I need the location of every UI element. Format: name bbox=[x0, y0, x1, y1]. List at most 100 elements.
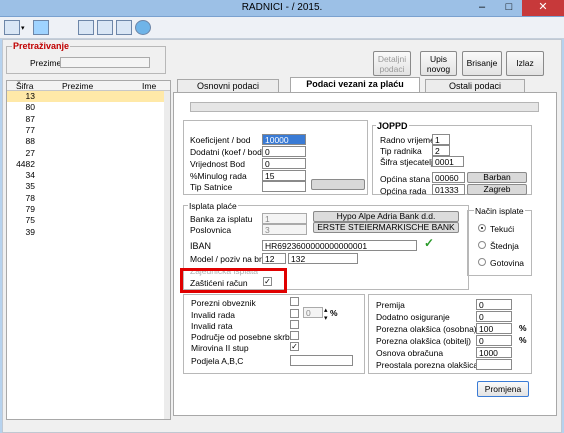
list-icon[interactable] bbox=[78, 20, 94, 35]
table-row[interactable]: 35 bbox=[7, 181, 170, 192]
preostala-field[interactable] bbox=[476, 359, 512, 370]
tip-satnice-field[interactable] bbox=[262, 181, 306, 192]
detaljni-podaci-button[interactable]: Detaljni podaci bbox=[373, 51, 411, 76]
row-sifra: 4482 bbox=[16, 158, 35, 169]
table-row[interactable]: 75 bbox=[7, 215, 170, 226]
image-icon[interactable] bbox=[33, 20, 49, 35]
copy-icon[interactable] bbox=[97, 20, 113, 35]
banka-name[interactable]: Hypo Alpe Adria Bank d.d. bbox=[313, 211, 459, 222]
radio-gotovina-label: Gotovina bbox=[490, 258, 525, 268]
izlaz-button[interactable]: Izlaz bbox=[506, 51, 544, 76]
opcina-stana-name[interactable]: Barban bbox=[467, 172, 527, 183]
table-row[interactable]: 88 bbox=[7, 136, 170, 147]
row-sifra: 87 bbox=[25, 113, 35, 124]
spin-icon[interactable]: ▴ ▾ bbox=[324, 306, 328, 322]
table-icon[interactable] bbox=[116, 20, 132, 35]
table-row[interactable]: 34 bbox=[7, 170, 170, 181]
olak-obit-pct: % bbox=[519, 335, 527, 345]
row-sifra: 75 bbox=[25, 215, 35, 226]
table-row[interactable]: 13 bbox=[7, 91, 170, 102]
vrijednost-label: Vrijednost Bod bbox=[190, 159, 245, 169]
opcina-stana-code[interactable]: 00060 bbox=[432, 172, 465, 183]
tip-satnice-lookup[interactable] bbox=[311, 179, 365, 190]
tab-osnovni-podaci[interactable]: Osnovni podaci bbox=[177, 79, 279, 93]
porezni-label: Porezni obveznik bbox=[191, 298, 256, 308]
isplata-legend: Isplata plaće bbox=[188, 201, 238, 211]
table-row[interactable]: 4482 bbox=[7, 159, 170, 170]
row-sifra: 39 bbox=[25, 226, 35, 237]
chevron-down-icon[interactable]: ▾ bbox=[21, 24, 25, 32]
model-label: Model / poziv na br. bbox=[190, 254, 264, 264]
highlight-box bbox=[180, 268, 287, 293]
banka-label: Banka za isplatu bbox=[190, 214, 253, 224]
radio-tekuci[interactable] bbox=[478, 224, 486, 232]
vrijednost-field[interactable]: 0 bbox=[262, 158, 306, 169]
upis-novog-button[interactable]: Upis novog bbox=[420, 51, 457, 76]
model-field[interactable]: 12 bbox=[262, 253, 286, 264]
banka-field[interactable]: 1 bbox=[262, 213, 307, 224]
radio-stednja-label: Štednja bbox=[490, 241, 519, 251]
radno-field[interactable]: 1 bbox=[432, 134, 450, 145]
table-row[interactable]: 87 bbox=[7, 114, 170, 125]
tip-radnika-field[interactable]: 2 bbox=[432, 145, 450, 156]
olak-osob-field[interactable]: 100 bbox=[476, 323, 512, 334]
poslovnica-label: Poslovnica bbox=[190, 225, 232, 235]
podrucje-checkbox[interactable] bbox=[290, 331, 299, 340]
opcina-rada-code[interactable]: 01333 bbox=[432, 184, 465, 195]
sifra-stjecatelja-field[interactable]: 0001 bbox=[432, 156, 464, 167]
radio-gotovina[interactable] bbox=[478, 258, 486, 266]
brisanje-button[interactable]: Brisanje bbox=[462, 51, 502, 76]
invalid-checkbox[interactable] bbox=[290, 309, 299, 318]
podjela-field[interactable] bbox=[290, 355, 353, 366]
col-ime[interactable]: Ime bbox=[142, 81, 156, 91]
search-input[interactable] bbox=[60, 57, 150, 68]
olak-obit-label: Porezna olakšica (obitelj) bbox=[376, 336, 471, 346]
koef-field[interactable]: 10000 bbox=[262, 134, 306, 145]
row-sifra: 78 bbox=[25, 192, 35, 203]
minulog-field[interactable]: 15 bbox=[262, 170, 306, 181]
row-sifra: 34 bbox=[25, 170, 35, 181]
olak-obit-field[interactable]: 0 bbox=[476, 335, 512, 346]
porezni-checkbox[interactable] bbox=[290, 297, 299, 306]
close-button[interactable]: ✕ bbox=[522, 0, 564, 16]
table-row[interactable]: 77 bbox=[7, 125, 170, 136]
row-sifra: 13 bbox=[25, 91, 35, 101]
maximize-button[interactable]: □ bbox=[496, 0, 522, 16]
globe-icon[interactable] bbox=[135, 20, 151, 35]
percent-label: % bbox=[330, 308, 338, 318]
poslovnica-field[interactable]: 3 bbox=[262, 224, 307, 235]
row-sifra: 88 bbox=[25, 136, 35, 147]
poslovnica-name[interactable]: ERSTE STEIERMARKISCHE BANK bbox=[313, 222, 459, 233]
table-row[interactable]: 27 bbox=[7, 148, 170, 159]
invalid-rata-checkbox[interactable] bbox=[290, 320, 299, 329]
mirovina-label: Mirovina II stup bbox=[191, 343, 249, 353]
table-row[interactable]: 79 bbox=[7, 204, 170, 215]
table-row[interactable]: 39 bbox=[7, 227, 170, 238]
tab-ostali-podaci[interactable]: Ostali podaci bbox=[425, 79, 525, 93]
mirovina-checkbox[interactable]: ✓ bbox=[290, 342, 299, 351]
promjena-button[interactable]: Promjena bbox=[477, 381, 529, 397]
tab-podaci-placa[interactable]: Podaci vezani za plaću bbox=[290, 77, 420, 93]
tip-radnika-label: Tip radnika bbox=[380, 146, 422, 156]
opcina-rada-label: Općina rada bbox=[380, 186, 427, 196]
poziv-field[interactable]: 132 bbox=[288, 253, 358, 264]
iban-label: IBAN bbox=[190, 241, 212, 251]
col-sifra[interactable]: Šifra bbox=[16, 81, 33, 91]
employee-list[interactable]: Šifra Prezime Ime 13 80 87 77 88 27 4482 34 35 78… bbox=[6, 80, 171, 420]
dodatni-field[interactable]: 0 bbox=[262, 146, 306, 157]
iban-field[interactable]: HR6923600000000000001 bbox=[262, 240, 417, 251]
opcina-rada-name[interactable]: Zagreb bbox=[467, 184, 527, 195]
row-sifra: 77 bbox=[25, 124, 35, 135]
minimize-button[interactable]: – bbox=[468, 0, 496, 16]
table-row[interactable]: 78 bbox=[7, 193, 170, 204]
printer-icon[interactable] bbox=[4, 20, 20, 35]
col-prezime[interactable]: Prezime bbox=[62, 81, 93, 91]
osnova-field[interactable]: 1000 bbox=[476, 347, 512, 358]
prezime-label: Prezime bbox=[30, 58, 62, 68]
invalid-percent-field[interactable]: 0 bbox=[303, 307, 323, 318]
premija-field[interactable]: 0 bbox=[476, 299, 512, 310]
dodatno-field[interactable]: 0 bbox=[476, 311, 512, 322]
table-row[interactable]: 80 bbox=[7, 102, 170, 113]
radio-stednja[interactable] bbox=[478, 241, 486, 249]
invalid-rata-label: Invalid rata bbox=[191, 321, 233, 331]
